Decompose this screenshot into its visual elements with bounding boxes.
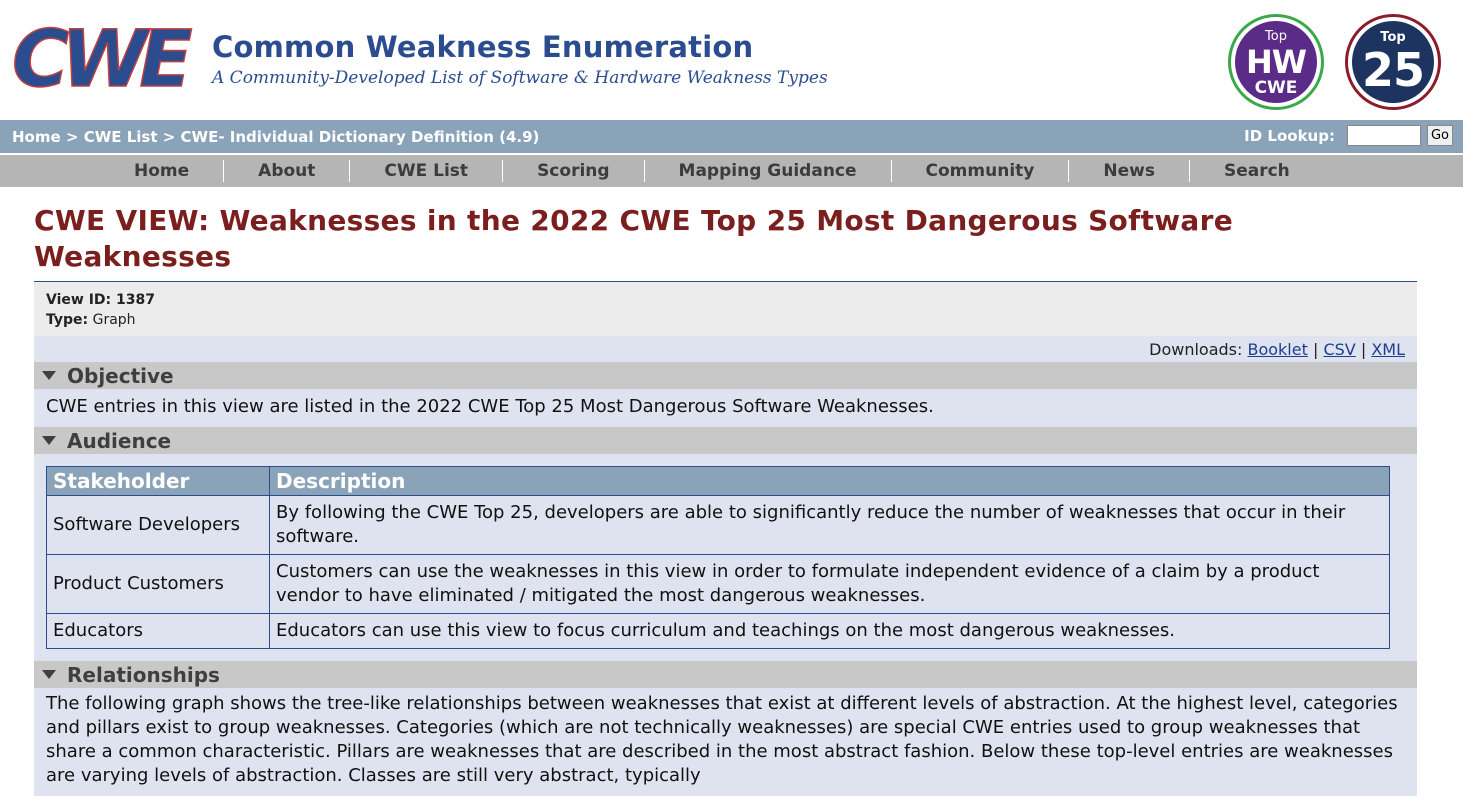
id-lookup-go-button[interactable]: Go [1426,125,1453,146]
table-row: Product Customers Customers can use the … [46,554,1390,614]
breadcrumb-separator: > [157,128,181,146]
downloads-label: Downloads: [1149,340,1243,359]
stakeholder-cell: Product Customers [46,554,270,614]
description-cell: By following the CWE Top 25, developers … [269,495,1390,555]
collapse-triangle-icon [42,371,56,380]
downloads-separator: | [1312,340,1319,359]
downloads-separator: | [1360,340,1367,359]
description-cell: Educators can use this view to focus cur… [269,613,1390,649]
view-id: View ID: 1387 [46,292,155,308]
relationships-section-body: The following graph shows the tree-like … [34,688,1417,796]
main-content: CWE VIEW: Weaknesses in the 2022 CWE Top… [34,200,1417,796]
relationships-heading: Relationships [67,662,220,687]
type-label: Type: [46,312,89,328]
objective-text: CWE entries in this view are listed in t… [46,396,934,417]
nav-news[interactable]: News [1069,160,1190,182]
table-row: Software Developers By following the CWE… [46,495,1390,555]
type-value: Graph [92,312,136,328]
badge-hw-middle-text: HW [1245,43,1307,81]
audience-heading: Audience [67,428,172,453]
table-row: Educators Educators can use this view to… [46,613,1390,649]
collapse-triangle-icon [42,670,56,679]
nav-about[interactable]: About [224,160,351,182]
nav-home[interactable]: Home [100,160,225,182]
stakeholder-cell: Educators [46,613,270,649]
top-hw-cwe-badge[interactable]: Top HW CWE [1228,14,1324,110]
stakeholder-cell: Software Developers [46,495,270,555]
id-lookup-input[interactable] [1346,125,1421,146]
audience-section-body: Stakeholder Description Software Develop… [34,454,1417,661]
collapse-triangle-icon [42,436,56,445]
breadcrumb-cwe-list[interactable]: CWE List [84,128,158,146]
site-title[interactable]: Common Weakness Enumeration [212,30,753,64]
badge-hw-top-text: Top [1265,29,1287,44]
download-xml-link[interactable]: XML [1371,340,1405,359]
site-subtitle: A Community-Developed List of Software &… [212,68,828,88]
breadcrumb: Home > CWE List > CWE- Individual Dictio… [12,128,539,146]
objective-heading: Objective [67,363,174,388]
cwe-logo[interactable]: CWE [10,20,205,98]
downloads-bar: Downloads: Booklet | CSV | XML [34,336,1417,362]
relationships-text: The following graph shows the tree-like … [46,693,1398,786]
objective-section-header[interactable]: Objective [34,362,1417,389]
download-booklet-link[interactable]: Booklet [1247,340,1307,359]
table-header-row: Stakeholder Description [46,466,1390,496]
main-nav: Home About CWE List Scoring Mapping Guid… [0,155,1463,188]
id-lookup: ID Lookup: Go [1244,125,1453,146]
badge-25-number: 25 [1361,43,1425,97]
download-csv-link[interactable]: CSV [1323,340,1355,359]
breadcrumb-home[interactable]: Home [12,128,61,146]
top-25-badge[interactable]: Top 25 [1345,14,1441,110]
nav-mapping-guidance[interactable]: Mapping Guidance [645,160,892,182]
id-lookup-label: ID Lookup: [1244,126,1335,145]
audience-table: Stakeholder Description Software Develop… [46,466,1390,649]
nav-search[interactable]: Search [1190,160,1324,182]
audience-section-header[interactable]: Audience [34,427,1417,454]
column-header-description: Description [269,466,1390,496]
breadcrumb-bar: Home > CWE List > CWE- Individual Dictio… [0,120,1463,153]
nav-cwe-list[interactable]: CWE List [350,160,504,182]
column-header-stakeholder: Stakeholder [46,466,270,496]
site-header: CWE Common Weakness Enumeration A Commun… [0,0,1463,120]
svg-text:CWE: CWE [12,20,192,98]
objective-section-body: CWE entries in this view are listed in t… [34,389,1417,427]
badge-hw-bottom-text: CWE [1254,78,1298,98]
view-metadata: View ID: 1387 Type: Graph [34,282,1417,336]
relationships-section-header[interactable]: Relationships [34,661,1417,688]
description-cell: Customers can use the weaknesses in this… [269,554,1390,614]
breadcrumb-current: CWE- Individual Dictionary Definition (4… [180,128,540,146]
page-title: CWE VIEW: Weaknesses in the 2022 CWE Top… [34,204,1234,273]
nav-scoring[interactable]: Scoring [503,160,645,182]
nav-community[interactable]: Community [892,160,1070,182]
breadcrumb-separator: > [60,128,84,146]
